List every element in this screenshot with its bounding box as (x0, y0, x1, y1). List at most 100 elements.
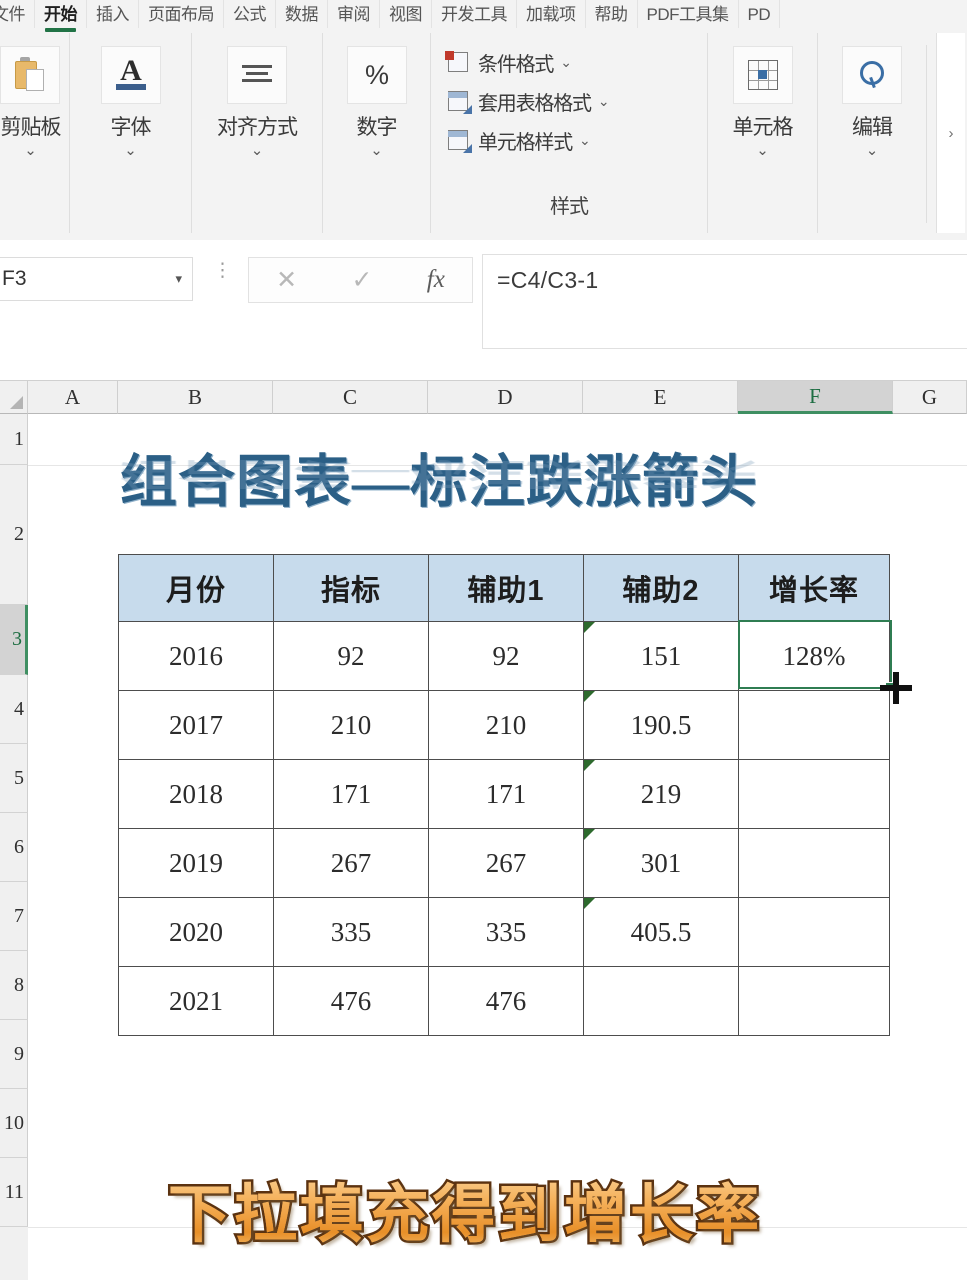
font-button[interactable]: A (101, 46, 161, 104)
formula-input[interactable]: =C4/C3-1 (482, 254, 967, 349)
cells-dropdown[interactable]: ⌄ (708, 143, 817, 158)
cell-f5[interactable] (738, 759, 890, 829)
cell-f7[interactable] (738, 897, 890, 967)
ribbon-divider (926, 45, 927, 223)
tab-pdf-extra[interactable]: PD (739, 0, 781, 28)
clipboard-paste-icon (15, 57, 45, 93)
worksheet-grid[interactable]: 组合图表—标注跌涨箭头 组合图表—标注跌涨箭头 月份 指标 辅助1 辅助2 增长… (28, 414, 967, 1280)
tab-developer[interactable]: 开发工具 (432, 0, 517, 28)
row-header-11[interactable]: 11 (0, 1158, 28, 1227)
column-header-c[interactable]: C (273, 381, 428, 414)
cell-c4[interactable]: 210 (273, 690, 429, 760)
cell-b7[interactable]: 2020 (118, 897, 274, 967)
insert-cells-button[interactable] (733, 46, 793, 104)
cell-c7[interactable]: 335 (273, 897, 429, 967)
table-row[interactable]: 2018 171 171 219 (118, 759, 890, 829)
row-header-6[interactable]: 6 (0, 813, 28, 882)
table-row[interactable]: 2021 476 476 (118, 966, 890, 1036)
tab-help[interactable]: 帮助 (586, 0, 638, 28)
table-row[interactable]: 2019 267 267 301 (118, 828, 890, 898)
number-dialog-launcher[interactable]: ⌄ (323, 143, 430, 158)
column-header-g[interactable]: G (893, 381, 967, 414)
formula-bar-drag-handle[interactable]: ⋮ (213, 261, 232, 280)
cell-d3[interactable]: 92 (428, 621, 584, 691)
tab-addins[interactable]: 加载项 (517, 0, 586, 28)
name-box[interactable]: F3 ▾ (0, 257, 193, 301)
cell-e7[interactable]: 405.5 (583, 897, 739, 967)
cell-f4[interactable] (738, 690, 890, 760)
row-header-5[interactable]: 5 (0, 744, 28, 813)
row-header-9[interactable]: 9 (0, 1020, 28, 1089)
cell-d8[interactable]: 476 (428, 966, 584, 1036)
cell-c3[interactable]: 92 (273, 621, 429, 691)
row-header-8[interactable]: 8 (0, 951, 28, 1020)
cell-d5[interactable]: 171 (428, 759, 584, 829)
cell-b4[interactable]: 2017 (118, 690, 274, 760)
cell-e8[interactable] (583, 966, 739, 1036)
cell-d6[interactable]: 267 (428, 828, 584, 898)
row-header-10[interactable]: 10 (0, 1089, 28, 1158)
row-header-1[interactable]: 1 (0, 414, 28, 465)
row-header-3[interactable]: 3 (0, 605, 28, 675)
chevron-down-icon[interactable]: ▾ (175, 271, 182, 287)
tab-data[interactable]: 数据 (276, 0, 328, 28)
cancel-icon[interactable]: ✕ (276, 265, 297, 295)
cell-f8[interactable] (738, 966, 890, 1036)
row-header-2[interactable]: 2 (0, 465, 28, 605)
cell-b6[interactable]: 2019 (118, 828, 274, 898)
column-header-d[interactable]: D (428, 381, 583, 414)
row-header-4[interactable]: 4 (0, 675, 28, 744)
alignment-dialog-launcher[interactable]: ⌄ (192, 143, 322, 158)
column-header-f[interactable]: F (738, 381, 893, 414)
cell-e3[interactable]: 151 (583, 621, 739, 691)
alignment-button[interactable] (227, 46, 287, 104)
cell-c5[interactable]: 171 (273, 759, 429, 829)
cell-b3[interactable]: 2016 (118, 621, 274, 691)
tab-file[interactable]: 文件 (0, 0, 35, 28)
find-select-icon (857, 60, 887, 90)
cell-f3[interactable]: 128% (738, 621, 890, 691)
cell-b8[interactable]: 2021 (118, 966, 274, 1036)
column-header-b[interactable]: B (118, 381, 273, 414)
ribbon-overflow-button[interactable]: › (936, 33, 965, 233)
editing-dropdown[interactable]: ⌄ (818, 143, 926, 158)
cell-b5[interactable]: 2018 (118, 759, 274, 829)
error-indicator-icon (584, 829, 595, 840)
row-header-7[interactable]: 7 (0, 882, 28, 951)
cell-d4[interactable]: 210 (428, 690, 584, 760)
cell-c6[interactable]: 267 (273, 828, 429, 898)
insert-function-icon[interactable]: fx (427, 266, 445, 294)
ribbon-group-alignment: 对齐方式 ⌄ (192, 33, 323, 233)
tab-home[interactable]: 开始 (35, 0, 87, 32)
select-all-button[interactable] (0, 381, 28, 414)
tab-review[interactable]: 审阅 (328, 0, 380, 28)
cell-e4[interactable]: 190.5 (583, 690, 739, 760)
find-select-button[interactable] (842, 46, 902, 104)
paste-button[interactable] (0, 46, 60, 104)
tab-view[interactable]: 视图 (380, 0, 432, 28)
formula-bar-buttons: ✕ ✓ fx (248, 257, 473, 303)
table-row[interactable]: 2017 210 210 190.5 (118, 690, 890, 760)
conditional-formatting-button[interactable]: 条件格式 ⌄ (445, 47, 572, 77)
format-as-table-button[interactable]: 套用表格格式 ⌄ (445, 86, 610, 116)
tab-insert[interactable]: 插入 (87, 0, 139, 28)
column-header-a[interactable]: A (28, 381, 118, 414)
clipboard-dialog-launcher[interactable]: ⌄ (0, 143, 69, 158)
column-header-e[interactable]: E (583, 381, 738, 414)
number-format-button[interactable]: % (347, 46, 407, 104)
table-row[interactable]: 2016 92 92 151 128% (118, 621, 890, 691)
tab-formulas[interactable]: 公式 (224, 0, 276, 28)
data-table[interactable]: 月份 指标 辅助1 辅助2 增长率 2016 92 92 151 128% 20… (118, 554, 890, 1036)
cell-c8[interactable]: 476 (273, 966, 429, 1036)
cell-f6[interactable] (738, 828, 890, 898)
cell-d7[interactable]: 335 (428, 897, 584, 967)
tab-pdf-tools[interactable]: PDF工具集 (638, 0, 739, 28)
confirm-icon[interactable]: ✓ (351, 265, 372, 295)
cell-e6[interactable]: 301 (583, 828, 739, 898)
cell-styles-button[interactable]: 单元格样式 ⌄ (445, 125, 591, 155)
tab-page-layout[interactable]: 页面布局 (139, 0, 224, 28)
font-dialog-launcher[interactable]: ⌄ (70, 143, 191, 158)
worksheet-title-reflection: 组合图表—标注跌涨箭头 (120, 456, 758, 491)
table-row[interactable]: 2020 335 335 405.5 (118, 897, 890, 967)
cell-e5[interactable]: 219 (583, 759, 739, 829)
